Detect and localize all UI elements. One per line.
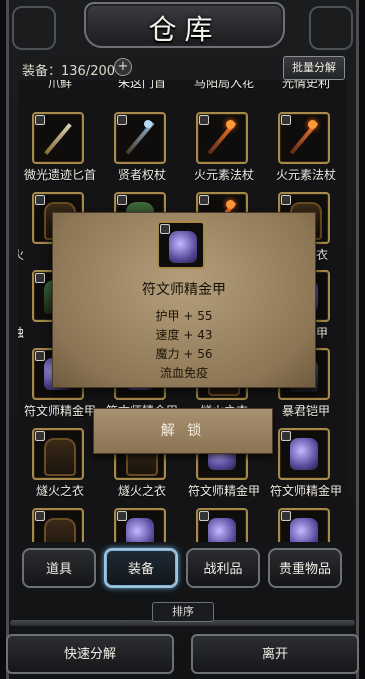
armor-icon xyxy=(196,508,248,542)
lock-icon xyxy=(117,511,127,521)
capacity-label: 装备：136/200 xyxy=(22,64,116,79)
fire-staff-icon xyxy=(278,112,330,164)
item-name: 光情史利 xyxy=(281,80,330,90)
armor-icon xyxy=(278,508,330,542)
stat-magic: 魔力 + 56 xyxy=(155,347,213,361)
inventory-item[interactable]: 符文师精金甲 xyxy=(264,428,347,508)
lock-icon xyxy=(35,431,45,441)
lock-icon xyxy=(35,195,45,205)
sort-button[interactable]: 排序 xyxy=(152,602,214,622)
inventory-item[interactable]: 燧火之衣 xyxy=(18,428,102,508)
frame-ornament-right xyxy=(309,6,353,50)
robe-icon xyxy=(32,508,84,542)
stat-armor: 护甲 + 55 xyxy=(155,309,213,323)
lock-icon xyxy=(281,195,291,205)
lock-icon xyxy=(281,431,291,441)
inventory-item[interactable]: 火元素法杖 xyxy=(264,112,347,192)
armor-icon xyxy=(157,221,205,269)
page-title: 仓库 xyxy=(148,13,221,46)
tab-items[interactable]: 道具 xyxy=(22,548,96,588)
item-name: 符文师精金甲 xyxy=(269,484,342,498)
inventory-toolbar: 装备：136/200 + 批量分解 xyxy=(20,56,345,82)
inventory-item[interactable]: 火元素法杖 xyxy=(182,112,266,192)
stat-bleed-immunity: 流血免疫 xyxy=(159,366,208,380)
lock-icon xyxy=(199,115,209,125)
lock-icon xyxy=(117,115,127,125)
lock-icon xyxy=(35,351,45,361)
item-detail-popup: 符文师精金甲 护甲 + 55 速度 + 43 魔力 + 56 流血免疫 xyxy=(52,212,316,388)
lock-icon xyxy=(281,511,291,521)
tab-loot[interactable]: 战利品 xyxy=(186,548,260,588)
armor-icon xyxy=(278,428,330,480)
lock-icon xyxy=(35,115,45,125)
staff-icon xyxy=(114,112,166,164)
inventory-item[interactable] xyxy=(182,508,266,542)
bulk-decompose-button[interactable]: 批量分解 xyxy=(283,56,345,80)
inventory-item[interactable] xyxy=(264,508,347,542)
inventory-item[interactable]: 微光遗迹匕首 xyxy=(18,112,102,192)
leave-button[interactable]: 离开 xyxy=(191,634,359,674)
inventory-item[interactable]: 贤者权杖 xyxy=(100,112,184,192)
stat-speed: 速度 + 43 xyxy=(155,328,213,342)
lock-icon xyxy=(160,224,170,234)
fire-staff-icon xyxy=(196,112,248,164)
popup-item-name: 符文师精金甲 xyxy=(142,282,226,298)
expand-capacity-button[interactable]: + xyxy=(114,58,132,76)
category-tabs: 道具 装备 战利品 贵重物品 xyxy=(14,544,351,598)
armor-icon xyxy=(114,508,166,542)
tab-equipment[interactable]: 装备 xyxy=(104,548,178,588)
frame-ornament-left xyxy=(12,6,56,50)
lock-icon xyxy=(199,511,209,521)
item-name: 火元素法杖 xyxy=(275,168,336,182)
inventory-item[interactable] xyxy=(18,508,102,542)
inventory-item[interactable] xyxy=(100,508,184,542)
robe-icon xyxy=(32,428,84,480)
quick-decompose-button[interactable]: 快速分解 xyxy=(6,634,174,674)
lock-icon xyxy=(199,195,209,205)
unlock-button[interactable]: 解 锁 xyxy=(93,408,273,454)
dagger-icon xyxy=(32,112,84,164)
lock-icon xyxy=(281,115,291,125)
lock-icon xyxy=(117,195,127,205)
lock-icon xyxy=(35,511,45,521)
lock-icon xyxy=(35,273,45,283)
tab-valuables[interactable]: 贵重物品 xyxy=(268,548,342,588)
title-banner: 仓库 xyxy=(84,2,285,48)
